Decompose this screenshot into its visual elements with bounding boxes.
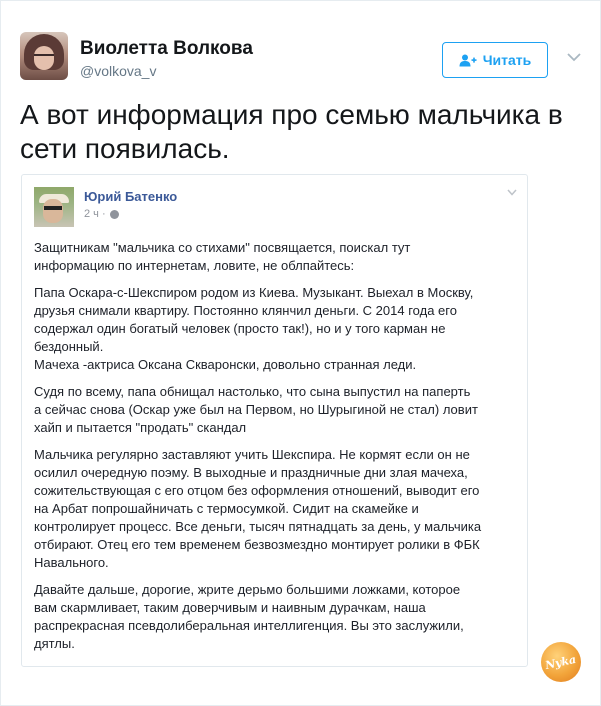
post-line: хайп и пытается "продать" скандал [34, 420, 247, 435]
post-paragraph: Давайте дальше, дорогие, жрите дерьмо бо… [34, 581, 518, 653]
post-line: Мачеха -актриса Оксана Скваронски, довол… [34, 357, 417, 372]
post-line: Давайте дальше, дорогие, жрите дерьмо бо… [34, 582, 461, 597]
post-line: Судя по всему, папа обнищал настолько, ч… [34, 384, 471, 399]
globe-icon [109, 209, 119, 219]
post-author-avatar[interactable] [34, 187, 74, 227]
author-avatar[interactable] [20, 32, 68, 80]
follow-button[interactable]: Читать [442, 42, 548, 78]
post-paragraph: Судя по всему, папа обнищал настолько, ч… [34, 383, 518, 437]
post-meta: 2 ч · [84, 208, 119, 220]
post-line: на Арбат попрошайничать с термосумкой. С… [34, 501, 419, 516]
post-paragraph: Защитникам "мальчика со стихами" посвяща… [34, 239, 518, 275]
follow-label: Читать [482, 52, 532, 68]
watermark-logo: Nyka [541, 642, 581, 682]
post-line: Папа Оскара-с-Шекспиром родом из Киева. … [34, 285, 474, 300]
author-handle[interactable]: @volkova_v [80, 63, 156, 79]
post-line: Навального. [34, 555, 109, 570]
tweet-text: А вот информация про семью мальчика в се… [20, 99, 563, 164]
chevron-down-icon[interactable] [567, 52, 581, 62]
post-line: информацию по интернетам, ловите, не обл… [34, 258, 355, 273]
post-body: Защитникам "мальчика со стихами" посвяща… [34, 239, 518, 662]
post-line: друзья снимали квартиру. Постоянно клянч… [34, 303, 457, 318]
author-name[interactable]: Виолетта Волкова [80, 38, 253, 60]
embedded-post: Юрий Батенко 2 ч · Защитникам "мальчика … [21, 174, 528, 667]
post-paragraph: Мальчика регулярно заставляют учить Шекс… [34, 446, 518, 572]
post-line: вам скармливает, таким доверчивым и наив… [34, 600, 426, 615]
post-line: осилил очередную поэму. В выходные и пра… [34, 465, 468, 480]
post-line: отбирают. Отец его тем временем безвозме… [34, 537, 480, 552]
post-line: дятлы. [34, 636, 75, 651]
post-line: а сейчас снова (Оскар уже был на Первом,… [34, 402, 478, 417]
post-line: Защитникам "мальчика со стихами" посвяща… [34, 240, 411, 255]
post-line: распрекрасная псевдолиберальная интеллиг… [34, 618, 464, 633]
post-paragraph: Папа Оскара-с-Шекспиром родом из Киева. … [34, 284, 518, 374]
post-line: содержал один богатый человек (просто та… [34, 321, 446, 336]
post-line: Мальчика регулярно заставляют учить Шекс… [34, 447, 470, 462]
post-time[interactable]: 2 ч · [84, 208, 106, 220]
add-user-icon [459, 54, 477, 66]
post-line: контролирует процесс. Все деньги, тысяч … [34, 519, 482, 534]
post-menu-chevron-icon[interactable] [507, 189, 517, 196]
post-author-name[interactable]: Юрий Батенко [84, 189, 177, 204]
post-line: сожительствующая с его отцом без оформле… [34, 483, 480, 498]
post-line: бездонный. [34, 339, 104, 354]
